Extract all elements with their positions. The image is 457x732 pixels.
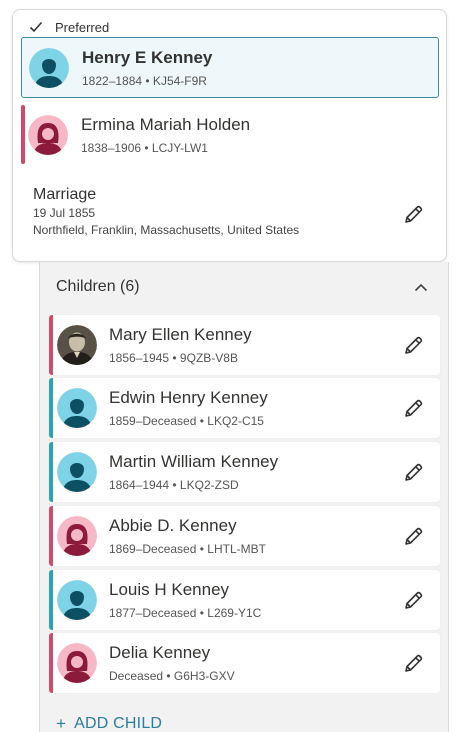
wife-row[interactable]: Ermina Mariah Holden 1838–1906 • LCJY-LW…: [21, 104, 439, 165]
pencil-icon: [405, 336, 423, 354]
edit-marriage-button[interactable]: [400, 200, 428, 228]
child-card[interactable]: Martin William Kenney 1864–1944 • LKQ2-Z…: [49, 442, 440, 502]
pencil-icon: [405, 205, 423, 223]
child-name: Martin William Kenney: [109, 452, 279, 471]
children-title: Children (6): [56, 278, 140, 295]
child-name: Louis H Kenney: [109, 580, 230, 599]
edit-child-button[interactable]: [400, 586, 428, 614]
child-name: Edwin Henry Kenney: [109, 388, 268, 407]
child-card[interactable]: Edwin Henry Kenney 1859–Deceased • LKQ2-…: [49, 378, 440, 438]
male-avatar-icon: [29, 47, 69, 88]
child-name: Delia Kenney: [109, 643, 211, 662]
couple-card: Preferred Henry E Kenney 1822–1884 • KJ5…: [12, 9, 447, 262]
child-meta: Deceased • G6H3-GXV: [109, 669, 235, 683]
pencil-icon: [405, 463, 423, 481]
wife-meta: 1838–1906 • LCJY-LW1: [81, 140, 208, 155]
photo-avatar-icon: [57, 325, 97, 365]
edit-child-button[interactable]: [400, 458, 428, 486]
female-avatar-icon: [57, 516, 97, 556]
marriage-title: Marriage: [33, 186, 97, 203]
husband-meta: 1822–1884 • KJ54-F9R: [82, 73, 207, 88]
child-card[interactable]: Mary Ellen Kenney 1856–1945 • 9QZB-V8B: [49, 315, 440, 375]
edit-child-button[interactable]: [400, 331, 428, 359]
marriage-event: Marriage 19 Jul 1855 Northfield, Frankli…: [33, 185, 299, 239]
child-card[interactable]: Louis H Kenney 1877–Deceased • L269-Y1C: [49, 570, 440, 630]
child-meta: 1869–Deceased • LHTL-MBT: [109, 542, 266, 556]
child-name: Abbie D. Kenney: [109, 516, 237, 535]
child-card[interactable]: Abbie D. Kenney 1869–Deceased • LHTL-MBT: [49, 506, 440, 566]
children-header[interactable]: Children (6): [56, 276, 428, 298]
child-meta: 1856–1945 • 9QZB-V8B: [109, 351, 238, 365]
child-name: Mary Ellen Kenney: [109, 325, 252, 344]
female-avatar-icon: [28, 114, 68, 155]
plus-icon: +: [56, 714, 67, 732]
marriage-place: Northfield, Franklin, Massachusetts, Uni…: [33, 223, 300, 237]
female-avatar-icon: [57, 643, 97, 683]
husband-row[interactable]: Henry E Kenney 1822–1884 • KJ54-F9R: [21, 37, 439, 98]
male-avatar-icon: [57, 388, 97, 428]
add-child-button[interactable]: + ADD CHILD: [56, 714, 162, 732]
pencil-icon: [405, 591, 423, 609]
pencil-icon: [405, 399, 423, 417]
edit-child-button[interactable]: [400, 649, 428, 677]
husband-name: Henry E Kenney: [82, 47, 213, 67]
child-meta: 1864–1944 • LKQ2-ZSD: [109, 478, 239, 492]
check-icon: [29, 21, 43, 33]
edit-child-button[interactable]: [400, 394, 428, 422]
child-meta: 1859–Deceased • LKQ2-C15: [109, 414, 264, 428]
pencil-icon: [405, 654, 423, 672]
add-child-label: ADD CHILD: [74, 715, 163, 732]
wife-name: Ermina Mariah Holden: [81, 114, 251, 134]
edit-child-button[interactable]: [400, 522, 428, 550]
male-avatar-icon: [57, 452, 97, 492]
male-avatar-icon: [57, 580, 97, 620]
pencil-icon: [405, 527, 423, 545]
chevron-up-icon[interactable]: [414, 283, 428, 292]
child-meta: 1877–Deceased • L269-Y1C: [109, 606, 262, 620]
child-card[interactable]: Delia Kenney Deceased • G6H3-GXV: [49, 633, 440, 693]
marriage-date: 19 Jul 1855: [33, 206, 96, 220]
preferred-indicator: Preferred: [29, 19, 109, 35]
children-panel: Children (6) Mary Ellen Kenney 1856–1945…: [39, 262, 449, 732]
preferred-label: Preferred: [55, 19, 110, 35]
